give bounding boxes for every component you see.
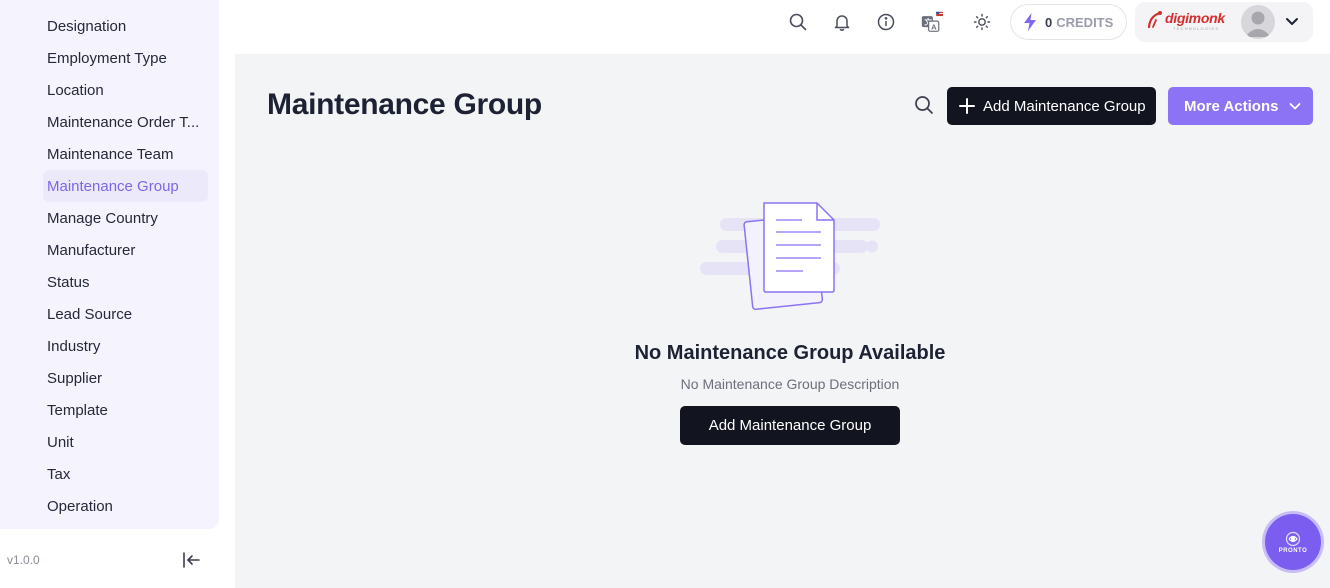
bell-icon[interactable]	[831, 11, 853, 33]
sidebar-item-label: Maintenance Order T...	[47, 113, 200, 131]
page-title: Maintenance Group	[267, 88, 542, 121]
sidebar-menu: Designation Employment Type Location Mai…	[43, 10, 208, 522]
sidebar-item-label: Maintenance Team	[47, 145, 174, 163]
sidebar-item-label: Supplier	[47, 369, 103, 387]
sidebar-item-manufacturer[interactable]: Manufacturer	[43, 234, 208, 266]
chevron-down-icon	[1288, 99, 1302, 113]
credits-badge[interactable]: 0 CREDITS	[1010, 4, 1127, 40]
empty-add-maintenance-group-button[interactable]: Add Maintenance Group	[680, 406, 900, 445]
logo-subtext: TECHNOLOGIES	[1173, 26, 1220, 31]
sidebar-item-label: Employment Type	[47, 49, 167, 67]
avatar[interactable]	[1241, 5, 1275, 39]
sidebar-menu-panel: Designation Employment Type Location Mai…	[0, 0, 219, 529]
pronto-assistant-button[interactable]: PRONTO	[1265, 514, 1321, 570]
sidebar-item-label: Manage Country	[47, 209, 158, 227]
top-bar: 文 A 0 CREDITS digimonk TECHNOLOGIES	[235, 0, 1330, 54]
more-actions-label: More Actions	[1184, 97, 1279, 115]
sidebar-item-label: Template	[47, 401, 108, 419]
chevron-down-icon[interactable]	[1284, 13, 1300, 34]
sidebar-item-industry[interactable]: Industry	[43, 330, 208, 362]
add-maintenance-group-button[interactable]: Add Maintenance Group	[947, 87, 1156, 125]
collapse-left-icon[interactable]	[180, 549, 202, 571]
sidebar-item-maintenance-order-type[interactable]: Maintenance Order T...	[43, 106, 208, 138]
lightning-icon	[1023, 13, 1037, 31]
sidebar-item-label: Unit	[47, 433, 74, 451]
theme-sun-icon[interactable]	[971, 11, 993, 33]
info-icon[interactable]	[875, 11, 897, 33]
empty-state-title: No Maintenance Group Available	[634, 342, 946, 364]
sidebar-item-label: Tax	[47, 465, 71, 483]
plus-icon	[959, 98, 975, 114]
main-content: Maintenance Group Add Maintenance Group …	[235, 54, 1330, 588]
app-version: v1.0.0	[7, 553, 40, 567]
sidebar-item-designation[interactable]: Designation	[43, 10, 208, 42]
sidebar-item-label: Operation	[47, 497, 113, 515]
pronto-logo-icon	[1284, 531, 1302, 547]
search-icon[interactable]	[914, 95, 936, 117]
sidebar-item-unit[interactable]: Unit	[43, 426, 208, 458]
translate-icon[interactable]: 文 A	[921, 11, 943, 33]
sidebar-item-label: Status	[47, 273, 90, 291]
sidebar-item-maintenance-group[interactable]: Maintenance Group	[43, 170, 208, 202]
pronto-label: PRONTO	[1278, 547, 1308, 554]
sidebar-item-label: Maintenance Group	[47, 177, 179, 195]
sidebar-item-tax[interactable]: Tax	[43, 458, 208, 490]
empty-state-description: No Maintenance Group Description	[680, 376, 900, 392]
sidebar-item-lead-source[interactable]: Lead Source	[43, 298, 208, 330]
sidebar-item-template[interactable]: Template	[43, 394, 208, 426]
sidebar-item-label: Lead Source	[47, 305, 133, 323]
svg-text:A: A	[931, 23, 937, 32]
sidebar-item-location[interactable]: Location	[43, 74, 208, 106]
sidebar-item-supplier[interactable]: Supplier	[43, 362, 208, 394]
sidebar-item-maintenance-team[interactable]: Maintenance Team	[43, 138, 208, 170]
sidebar-item-employment-type[interactable]: Employment Type	[43, 42, 208, 74]
credits-count: 0	[1045, 14, 1053, 30]
sidebar-item-operation[interactable]: Operation	[43, 490, 208, 522]
sidebar-item-label: Location	[47, 81, 104, 99]
sidebar-item-manage-country[interactable]: Manage Country	[43, 202, 208, 234]
sidebar-item-status[interactable]: Status	[43, 266, 208, 298]
sidebar-item-label: Industry	[47, 337, 101, 355]
sidebar-item-label: Manufacturer	[47, 241, 136, 259]
logo-text: digimonk	[1165, 10, 1225, 26]
company-logo: digimonk TECHNOLOGIES	[1147, 10, 1227, 34]
sidebar-overlay: Designation Employment Type Location Mai…	[0, 0, 235, 588]
empty-document-illustration	[700, 200, 882, 314]
search-icon[interactable]	[787, 11, 809, 33]
sidebar-item-label: Designation	[47, 17, 127, 35]
add-button-label: Add Maintenance Group	[983, 97, 1146, 115]
more-actions-button[interactable]: More Actions	[1168, 87, 1313, 125]
credits-label: CREDITS	[1056, 14, 1114, 30]
profile-menu[interactable]: digimonk TECHNOLOGIES	[1135, 2, 1313, 42]
